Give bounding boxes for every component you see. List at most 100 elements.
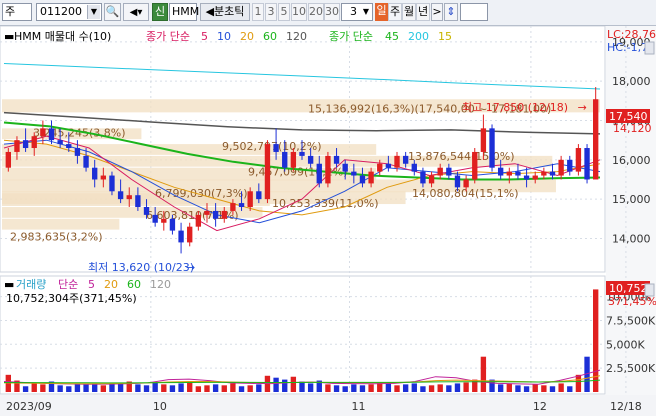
stock-code-input[interactable]: 011200 ▼ (36, 3, 102, 21)
legend-period-20: 20 (240, 30, 254, 43)
candle-body (532, 175, 538, 180)
count-select[interactable]: 3 ▼ (341, 3, 373, 21)
legend-period-10: 10 (217, 30, 231, 43)
candle-body (264, 144, 271, 200)
candle-body (256, 191, 262, 200)
blank-field[interactable] (460, 3, 488, 21)
volume-bar (212, 384, 219, 392)
volume-bar (342, 386, 348, 392)
volume-bar (256, 384, 262, 392)
candle-body (446, 167, 452, 176)
period-1-button[interactable]: 1 (252, 3, 264, 21)
candle-body (83, 155, 89, 168)
tab-month-label: 월 (403, 5, 415, 18)
volume-bar (454, 383, 461, 392)
period-30-button[interactable]: 30 (324, 3, 340, 21)
candle-body (282, 151, 288, 168)
volume-bar (143, 385, 150, 392)
candle-body (489, 128, 495, 168)
period-5-button[interactable]: 5 (278, 3, 290, 21)
volume-bar (402, 384, 409, 392)
candle-body (558, 159, 564, 176)
collapse-icon[interactable]: ▬ (4, 30, 14, 43)
scroll-up-button[interactable] (644, 283, 655, 297)
volume-bar (359, 385, 366, 392)
volume-bar (282, 379, 288, 392)
legend-period-5: 5 (88, 278, 95, 291)
candle-body (31, 136, 37, 149)
candle-body (109, 175, 115, 192)
sound-button[interactable]: ◀▾ (123, 3, 149, 21)
speaker-icon: ◀▾ (129, 7, 143, 18)
chevron-down-icon[interactable]: ▼ (361, 5, 371, 19)
volume-bar (187, 382, 193, 392)
volume-legend-title: 거래량 (16, 278, 46, 291)
volume-bar (22, 386, 29, 392)
collapse-icon[interactable]: ▬ (4, 278, 14, 291)
arrow-right-icon: → (578, 101, 587, 114)
high-annotation: 최고 17,850 (12/18) (462, 101, 568, 114)
candle-body (549, 171, 556, 176)
tab-month[interactable]: 월 (402, 3, 416, 21)
volume-bar (437, 384, 443, 392)
candle-body (325, 155, 331, 184)
period-10-button[interactable]: 10 (291, 3, 307, 21)
chevron-down-icon[interactable]: ▼ (87, 5, 100, 19)
volume-bar (230, 383, 236, 392)
candle-body (541, 171, 547, 176)
scroll-updown-button[interactable]: ⇕ (444, 3, 458, 21)
period-3-button[interactable]: 3 (265, 3, 277, 21)
volume-bar (307, 383, 314, 392)
volume-bar (385, 383, 392, 392)
volume-bar (575, 374, 582, 392)
volume-profile-band (2, 218, 120, 230)
x-tick-label: 2023/09 (6, 400, 52, 413)
candle-body (212, 210, 219, 219)
tab-week-label: 주 (389, 5, 401, 18)
volume-bar (480, 356, 487, 392)
search-button[interactable]: 🔍 (104, 3, 121, 21)
arrow-right-icon: → (186, 261, 195, 274)
candle-body (92, 167, 98, 180)
volume-bar (92, 383, 98, 392)
volume-profile-label: 14,080,804(15,1%) (412, 187, 519, 200)
volume-bar (109, 384, 115, 392)
candle-body (454, 175, 461, 188)
legend-period-20: 20 (104, 278, 118, 291)
scroll-up-button[interactable] (644, 41, 655, 55)
stock-tag: 신 (152, 3, 168, 21)
market-select[interactable]: 주 (2, 3, 32, 21)
next-button[interactable]: > (431, 3, 443, 21)
chart-area: 2,983,635(3,2%) 6,603,810(7,1%) 6,799,030(… (0, 26, 656, 416)
volume-tag-text: 10,752 (609, 282, 648, 295)
candle-body (593, 99, 599, 180)
volume-bar (558, 383, 564, 392)
volume-bar (100, 385, 107, 392)
volume-bar (247, 385, 253, 392)
tab-year[interactable]: 년 (416, 3, 430, 21)
tab-week[interactable]: 주 (388, 3, 402, 21)
volume-profile-label: 2,983,635(3,2%) (10, 231, 103, 244)
volume-tick-label: 2.5,500K (606, 362, 656, 375)
volume-bar (195, 386, 202, 392)
candle-body (273, 144, 279, 152)
volume-bar (135, 384, 141, 392)
mode-toggle[interactable]: ◀분초틱 (200, 3, 250, 21)
volume-bar (523, 386, 530, 392)
x-axis (0, 395, 656, 416)
candle-body (247, 191, 253, 208)
period-20-button[interactable]: 20 (308, 3, 324, 21)
candle-body (238, 203, 245, 208)
tab-day[interactable]: 일 (375, 3, 388, 21)
tab-year-label: 년 (417, 5, 429, 18)
candle-body (584, 148, 590, 180)
volume-bar (463, 382, 469, 392)
candle-body (161, 218, 167, 223)
candle-body (575, 148, 582, 172)
volume-profile-label: 6,799,030(7,3%) (155, 187, 248, 200)
candle-body (472, 151, 478, 180)
volume-bar (57, 385, 63, 392)
volume-profile-label: 9,502,797(10,2%) (222, 140, 322, 153)
candle-body (523, 175, 530, 180)
chart-canvas: 2,983,635(3,2%)6,603,810(7,1%)6,799,030(… (0, 26, 656, 416)
